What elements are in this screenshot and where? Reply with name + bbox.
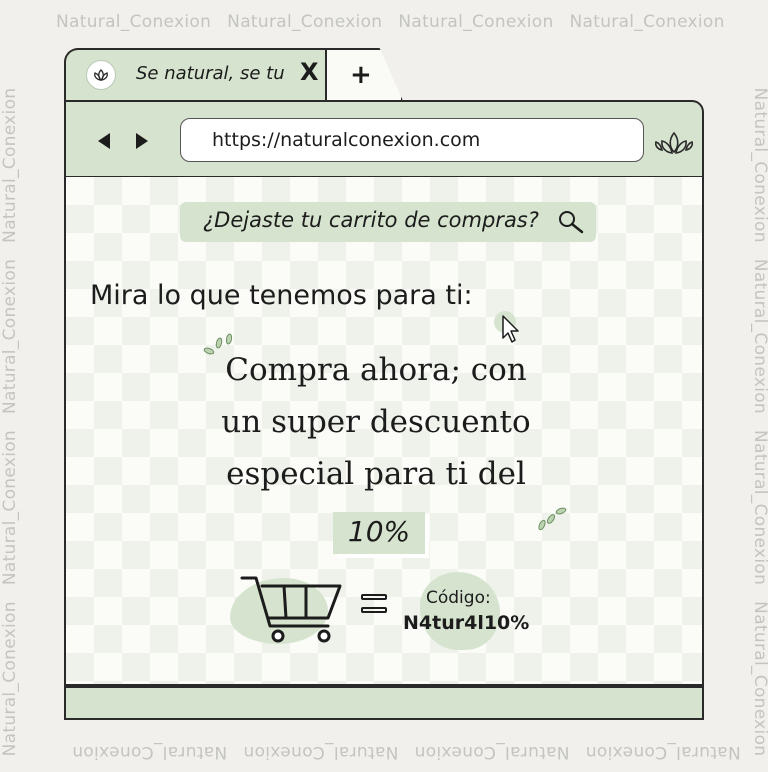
discount-code: N4tur4l10% <box>403 612 530 634</box>
plus-icon[interactable]: + <box>350 60 372 90</box>
promo-text: Compra ahora; con un super descuento esp… <box>196 344 556 500</box>
leaves-icon <box>654 126 694 160</box>
promo-line: Compra ahora; con <box>225 352 527 388</box>
browser-footer <box>64 686 704 720</box>
decorative-blob <box>420 572 500 650</box>
promo-line: especial para ti del <box>226 456 526 492</box>
watermark-top: Natural_Conexion Natural_Conexion Natural_… <box>56 12 725 32</box>
url-text[interactable]: https://naturalconexion.com <box>212 129 480 151</box>
watermark-right: Natural_ConexionNatural_ConexionNatural_… <box>750 87 768 757</box>
forward-arrow-icon[interactable] <box>136 133 148 149</box>
watermark-left: Natural_ConexionNatural_ConexionNatural_… <box>0 87 20 757</box>
tab-title: Se natural, se tu <box>136 63 285 84</box>
search-pill-text: ¿Dejaste tu carrito de compras? <box>203 208 539 232</box>
search-icon[interactable] <box>556 209 586 239</box>
sparkle-icon <box>536 504 568 536</box>
discount-value: 10% <box>347 515 411 548</box>
equals-icon <box>361 594 387 620</box>
back-arrow-icon[interactable] <box>98 133 110 149</box>
page-heading: Mira lo que tenemos para ti: <box>90 280 473 311</box>
site-logo-icon <box>86 60 116 90</box>
promo-line: un super descuento <box>221 404 531 440</box>
watermark-bottom: Natural_ConexionNatural_ConexionNatural_… <box>72 742 741 762</box>
tab-close-button[interactable]: X <box>300 58 319 86</box>
code-label: Código: <box>426 588 491 608</box>
shopping-cart-icon <box>240 574 344 650</box>
